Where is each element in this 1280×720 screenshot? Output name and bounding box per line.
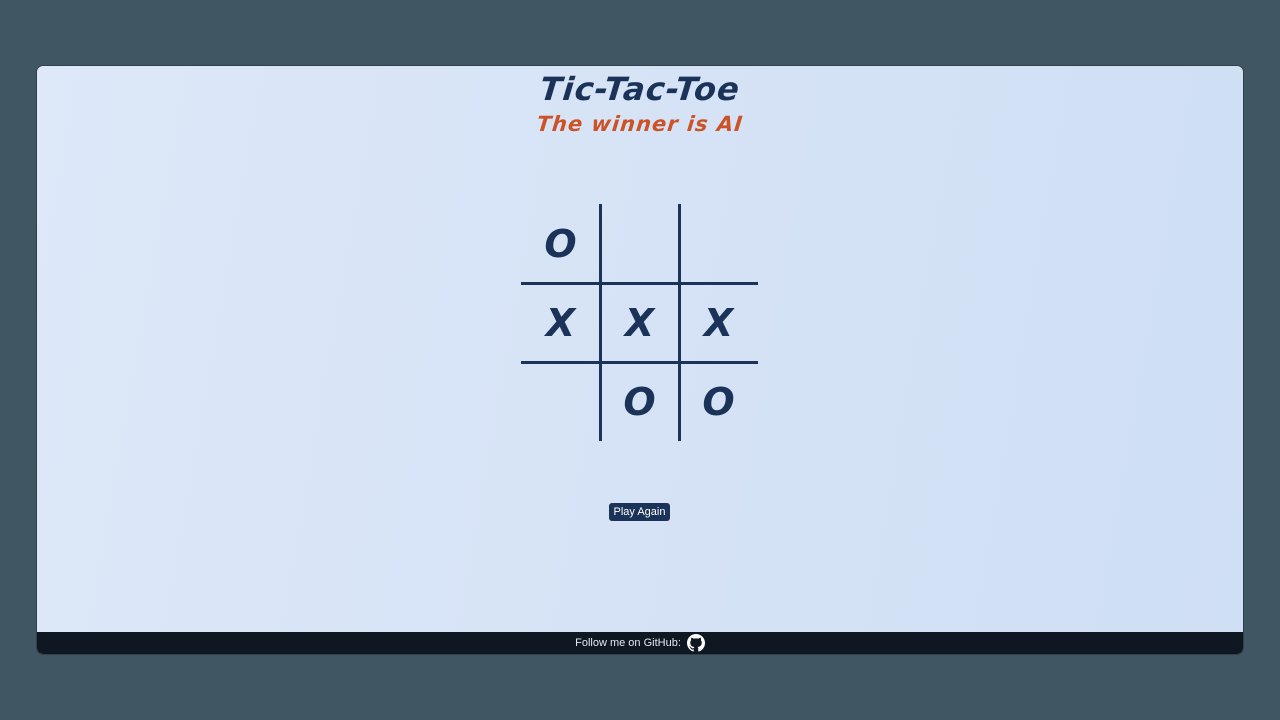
board-cell-2[interactable] (600, 204, 679, 283)
board-cell-1[interactable]: O (521, 204, 600, 283)
board-cell-8[interactable]: O (600, 362, 679, 441)
winner-status: The winner is AI (535, 112, 745, 136)
footer-text: Follow me on GitHub: (575, 637, 681, 649)
play-again-button[interactable]: Play Again (609, 503, 670, 521)
board-cell-7[interactable] (521, 362, 600, 441)
cell-mark: X (545, 300, 576, 345)
cell-mark: O (702, 379, 735, 424)
cell-mark: X (624, 300, 655, 345)
board-cell-6[interactable]: X (679, 283, 758, 362)
github-icon[interactable] (686, 634, 705, 652)
cell-mark: O (623, 379, 656, 424)
game-board: O X X X O O (521, 204, 758, 441)
footer: Follow me on GitHub: (37, 632, 1243, 654)
game-title: Tic-Tac-Toe (538, 70, 742, 108)
cell-mark: O (544, 221, 577, 266)
board-cell-4[interactable]: X (521, 283, 600, 362)
board-cell-3[interactable] (679, 204, 758, 283)
game-card: Tic-Tac-Toe The winner is AI O X X X O O… (37, 66, 1243, 654)
board-cell-9[interactable]: O (679, 362, 758, 441)
cell-mark: X (703, 300, 734, 345)
board-cell-5[interactable]: X (600, 283, 679, 362)
